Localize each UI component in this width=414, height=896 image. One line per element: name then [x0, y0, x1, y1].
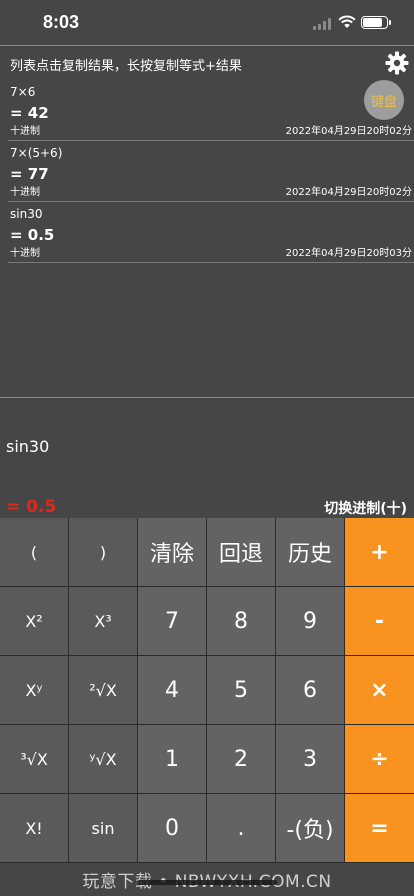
history-expression: sin30 — [10, 207, 43, 221]
key-cube[interactable]: X³ — [69, 587, 137, 655]
key-0[interactable]: 0 — [138, 794, 206, 862]
key-square[interactable]: X² — [0, 587, 68, 655]
switch-base-button[interactable]: 切换进制(十) — [324, 498, 407, 518]
history-base: 十进制 — [10, 126, 40, 137]
expression-display: sin30 — [6, 437, 50, 456]
key-factorial[interactable]: X! — [0, 794, 68, 862]
key-8[interactable]: 8 — [207, 587, 275, 655]
battery-icon — [361, 16, 391, 29]
wifi-icon — [338, 15, 356, 28]
key-6[interactable]: 6 — [276, 656, 344, 724]
history-time: 2022年04月29日20时03分 — [285, 248, 412, 259]
key-4[interactable]: 4 — [138, 656, 206, 724]
top-divider — [0, 45, 414, 46]
history-hint: 列表点击复制结果，长按复制等式+结果 — [10, 59, 242, 74]
key-1[interactable]: 1 — [138, 725, 206, 793]
key-9[interactable]: 9 — [276, 587, 344, 655]
history-expression: 7×6 — [10, 85, 36, 99]
history-time: 2022年04月29日20时02分 — [285, 187, 412, 198]
keypad: () 清除 回退 历史 + X² X³ 7 8 9- Xʸ ²√X 4 5 6 × ³√X ʸ√X 1 2 3 ÷ X! si… — [0, 518, 414, 863]
keyboard-button[interactable]: 键盘 — [364, 80, 404, 120]
history-base: 十进制 — [10, 248, 40, 259]
history-item[interactable]: sin30 = 0.5 十进制 2022年04月29日20时03分 — [8, 202, 414, 263]
key-sqrt[interactable]: ²√X — [69, 656, 137, 724]
history-time: 2022年04月29日20时02分 — [285, 126, 412, 137]
history-result: = 0.5 — [10, 226, 55, 244]
key-backspace[interactable]: 回退 — [207, 518, 275, 586]
history-item[interactable]: 7×(5+6) = 77 十进制 2022年04月29日20时02分 — [8, 141, 414, 202]
key-history[interactable]: 历史 — [276, 518, 344, 586]
status-bar: 8:03 — [0, 0, 414, 44]
key-close-paren[interactable]: ) — [69, 518, 137, 586]
key-equals[interactable]: = — [345, 794, 414, 862]
history-result: = 42 — [10, 104, 49, 122]
key-7[interactable]: 7 — [138, 587, 206, 655]
cellular-signal-icon — [313, 18, 333, 30]
key-power[interactable]: Xʸ — [0, 656, 68, 724]
home-indicator — [137, 880, 277, 885]
result-display: = 0.5 — [6, 497, 57, 517]
key-sin[interactable]: sin — [69, 794, 137, 862]
key-3[interactable]: 3 — [276, 725, 344, 793]
key-multiply[interactable]: × — [345, 656, 414, 724]
key-open-paren[interactable]: ( — [0, 518, 68, 586]
key-negate[interactable]: -(负) — [276, 794, 344, 862]
history-list: 7×6 = 42 十进制 2022年04月29日20时02分 7×(5+6) =… — [8, 80, 414, 263]
history-item[interactable]: 7×6 = 42 十进制 2022年04月29日20时02分 — [8, 80, 414, 141]
key-decimal[interactable]: . — [207, 794, 275, 862]
gear-icon[interactable] — [385, 51, 409, 75]
key-nth-root[interactable]: ʸ√X — [69, 725, 137, 793]
key-minus[interactable]: - — [345, 587, 414, 655]
key-2[interactable]: 2 — [207, 725, 275, 793]
key-plus[interactable]: + — [345, 518, 414, 586]
key-cbrt[interactable]: ³√X — [0, 725, 68, 793]
key-5[interactable]: 5 — [207, 656, 275, 724]
status-time: 8:03 — [43, 12, 80, 32]
history-expression: 7×(5+6) — [10, 146, 63, 160]
display-divider — [0, 397, 414, 398]
history-result: = 77 — [10, 165, 49, 183]
key-clear[interactable]: 清除 — [138, 518, 206, 586]
key-divide[interactable]: ÷ — [345, 725, 414, 793]
history-base: 十进制 — [10, 187, 40, 198]
